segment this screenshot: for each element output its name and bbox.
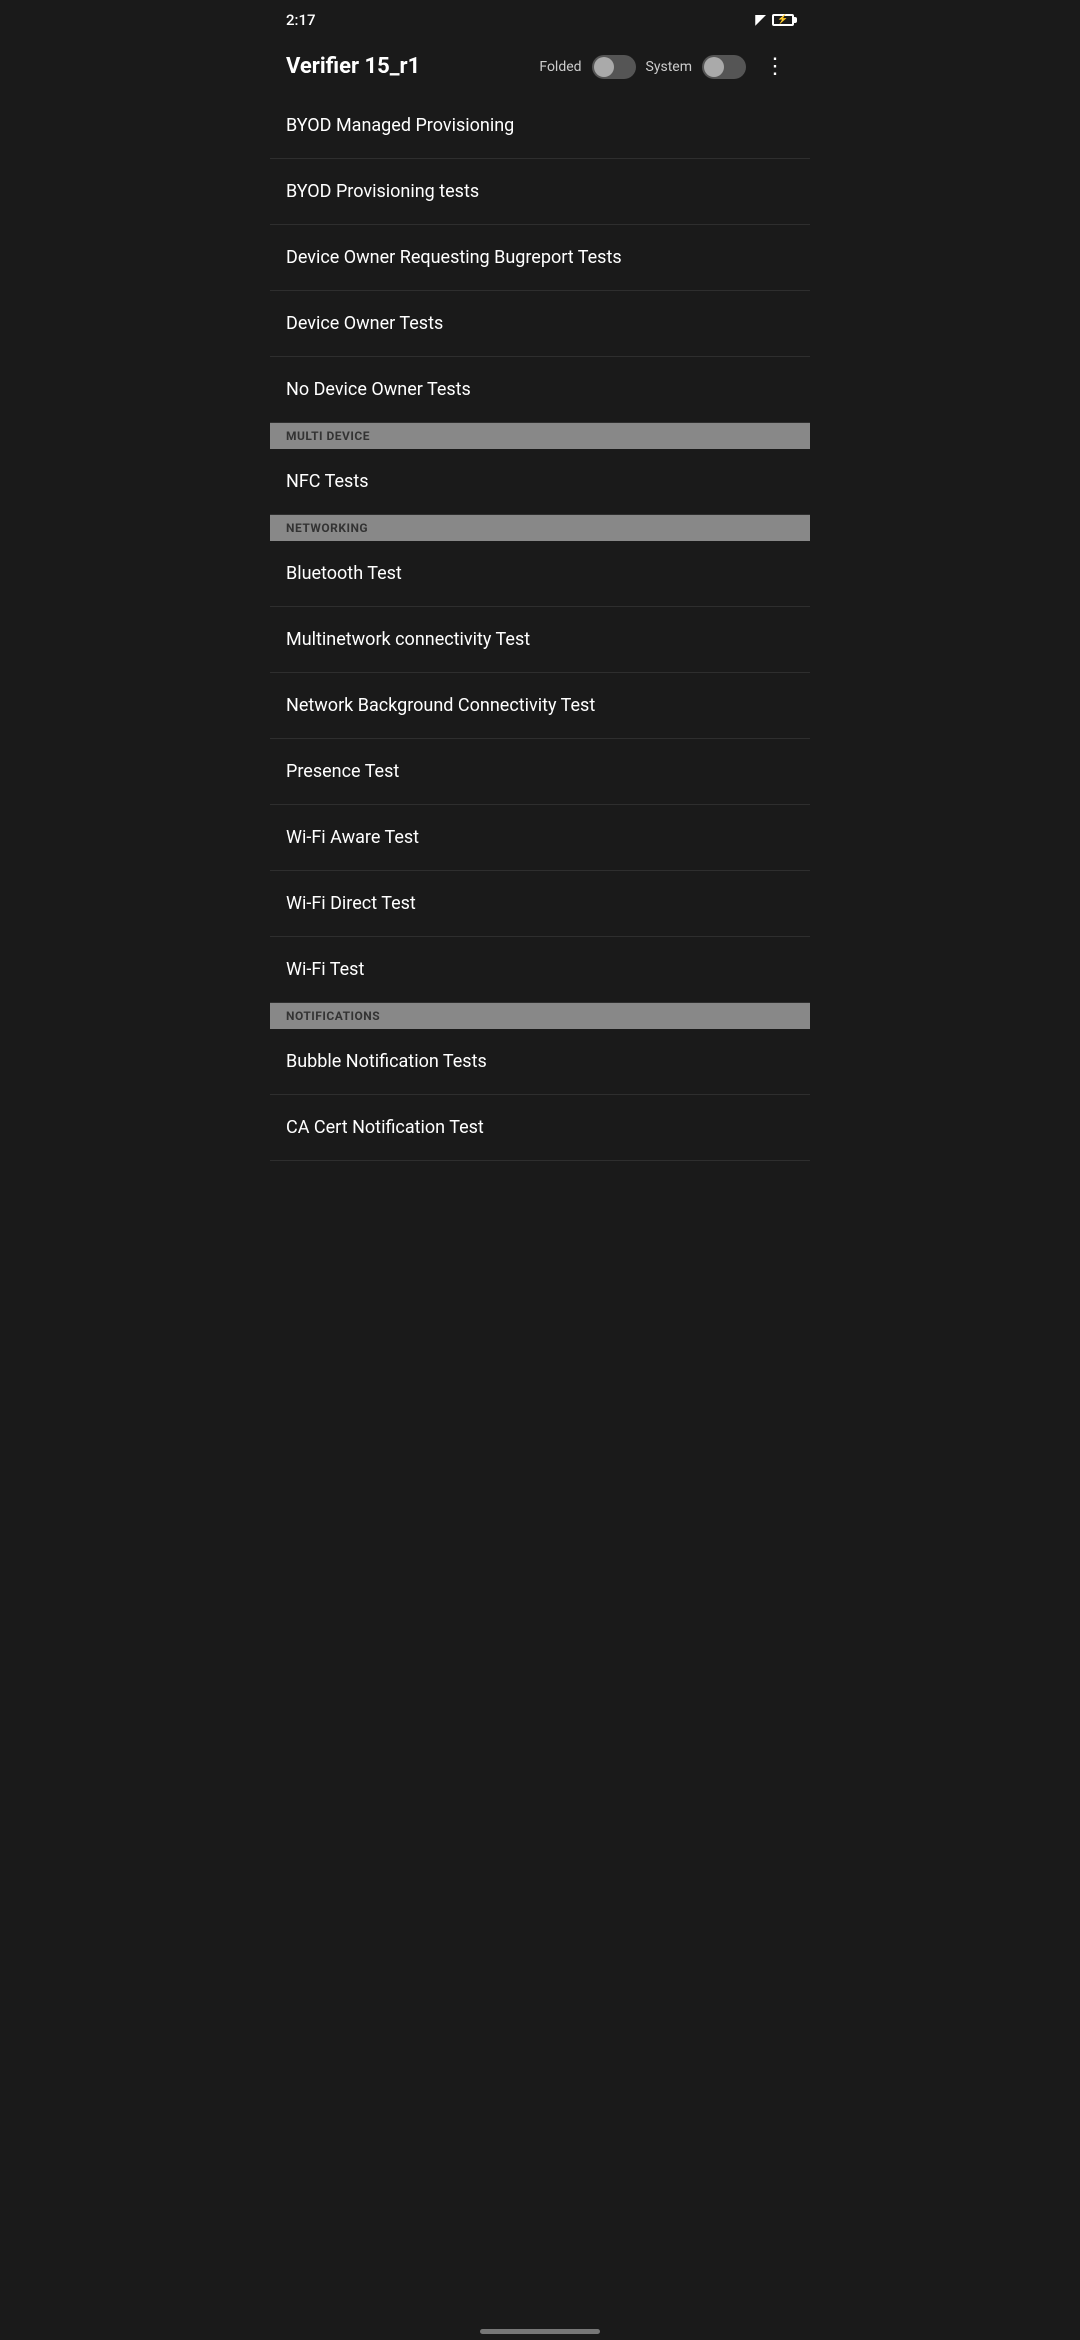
list-item-bluetooth-test[interactable]: Bluetooth Test [270, 541, 810, 607]
list-item-network-bg-test[interactable]: Network Background Connectivity Test [270, 673, 810, 739]
system-toggle[interactable] [702, 55, 746, 79]
list-item-device-owner-bugreport[interactable]: Device Owner Requesting Bugreport Tests [270, 225, 810, 291]
nav-bar [270, 2316, 810, 2340]
section-header-multi-device: MULTI DEVICE [270, 423, 810, 449]
app-header: Verifier 15_r1 Folded System ⋮ [270, 40, 810, 93]
list-item-wifi-test[interactable]: Wi-Fi Test [270, 937, 810, 1003]
status-bar: 2:17 ◤ [270, 0, 810, 40]
list-item-wifi-direct-test[interactable]: Wi-Fi Direct Test [270, 871, 810, 937]
section-header-notifications: NOTIFICATIONS [270, 1003, 810, 1029]
folded-toggle[interactable] [592, 55, 636, 79]
wifi-icon: ◤ [755, 12, 766, 28]
list-item-nfc-tests[interactable]: NFC Tests [270, 449, 810, 515]
more-menu-button[interactable]: ⋮ [756, 50, 794, 83]
app-title: Verifier 15_r1 [286, 54, 527, 79]
list-item-device-owner[interactable]: Device Owner Tests [270, 291, 810, 357]
list-item-multinetwork-test[interactable]: Multinetwork connectivity Test [270, 607, 810, 673]
list-item-presence-test[interactable]: Presence Test [270, 739, 810, 805]
nav-pill [480, 2329, 600, 2334]
list-item-byod-provisioning[interactable]: BYOD Provisioning tests [270, 159, 810, 225]
folded-label: Folded [539, 59, 581, 75]
section-header-networking: NETWORKING [270, 515, 810, 541]
header-controls: Folded System ⋮ [539, 50, 794, 83]
list-item-ca-cert-notification[interactable]: CA Cert Notification Test [270, 1095, 810, 1161]
list-item-wifi-aware-test[interactable]: Wi-Fi Aware Test [270, 805, 810, 871]
list-item-byod-managed[interactable]: BYOD Managed Provisioning [270, 93, 810, 159]
status-icons: ◤ [755, 12, 794, 28]
content-list: BYOD Managed ProvisioningBYOD Provisioni… [270, 93, 810, 1161]
list-item-no-device-owner[interactable]: No Device Owner Tests [270, 357, 810, 423]
status-time: 2:17 [286, 11, 316, 29]
battery-icon [772, 14, 794, 26]
list-item-bubble-notification[interactable]: Bubble Notification Tests [270, 1029, 810, 1095]
system-label: System [646, 59, 692, 75]
